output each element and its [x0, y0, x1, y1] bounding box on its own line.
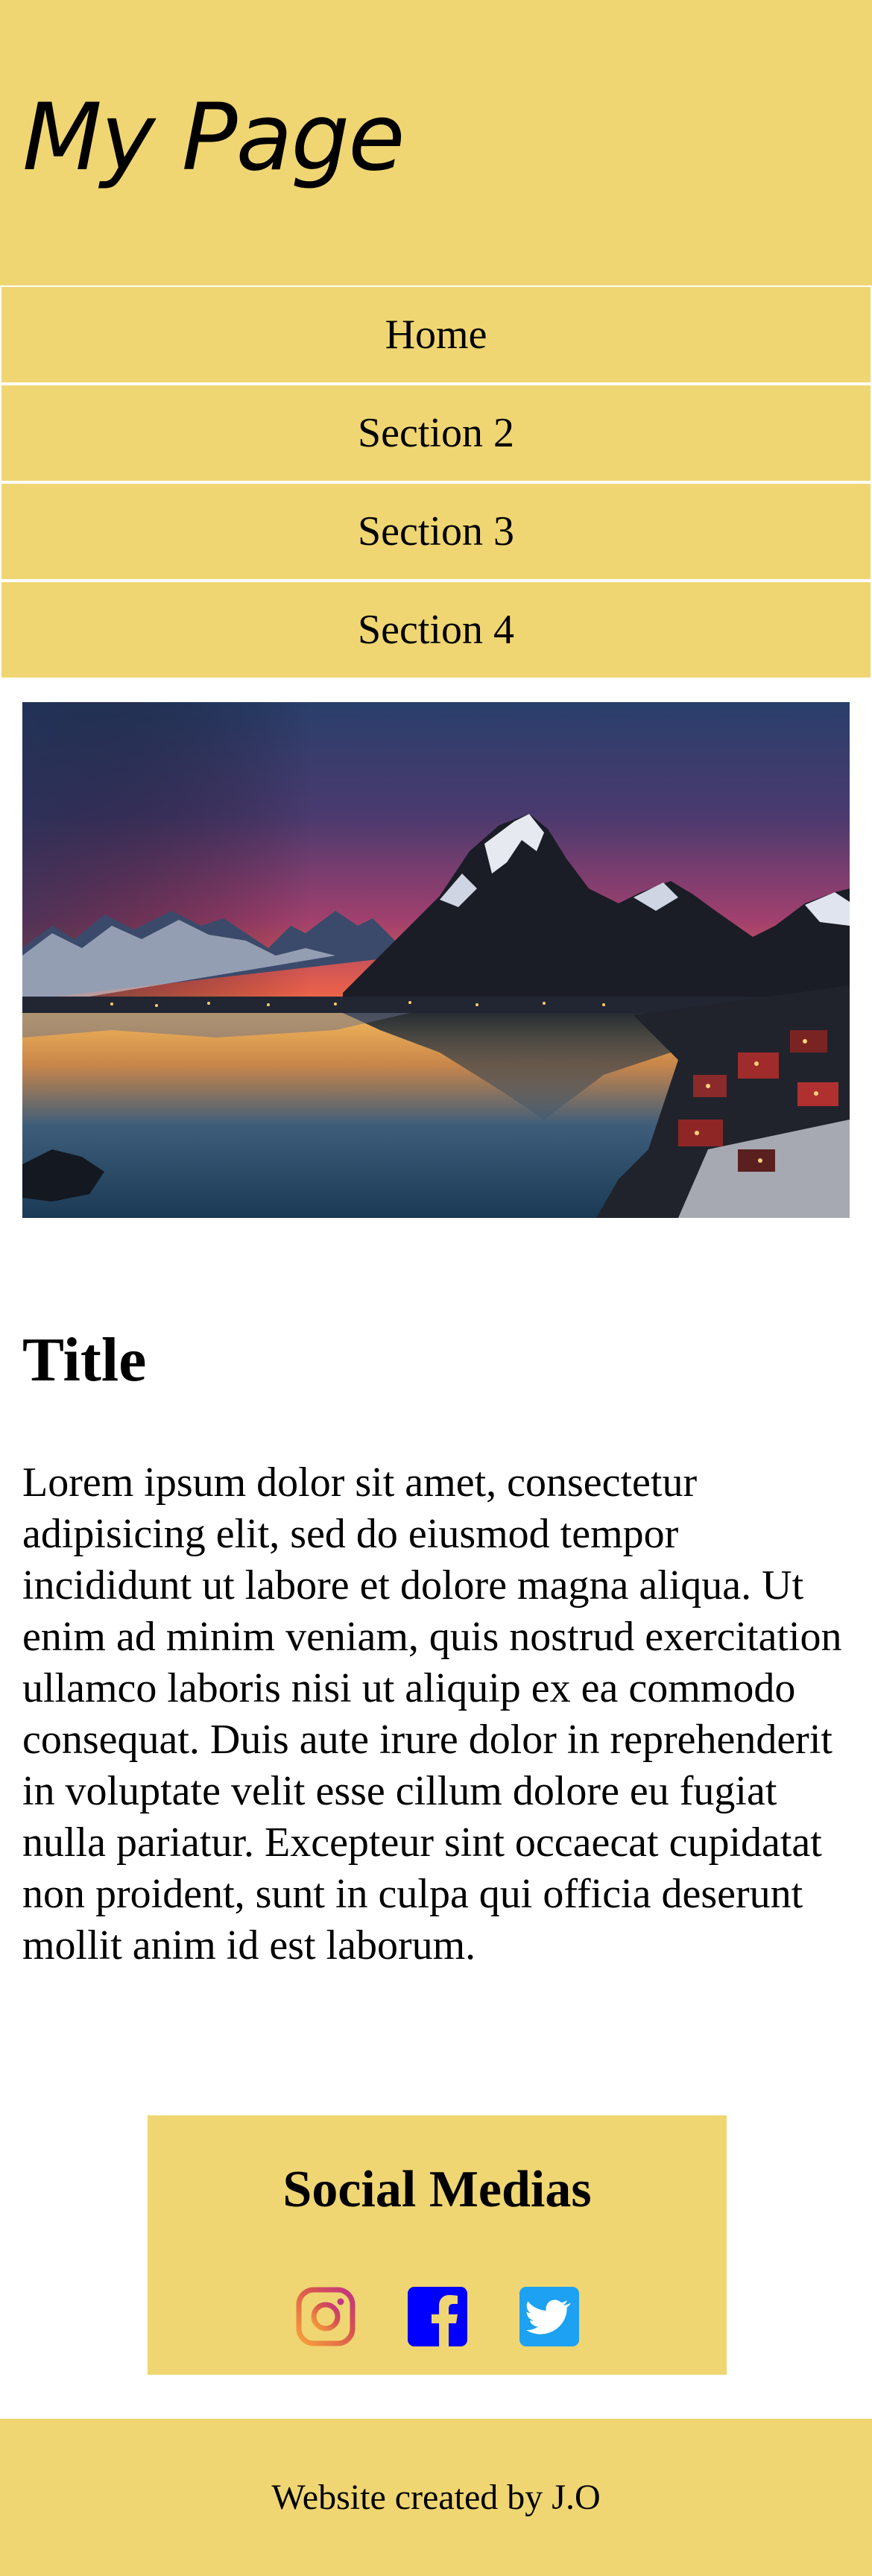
nav-item-home[interactable]: Home: [0, 285, 872, 384]
facebook-icon[interactable]: [407, 2287, 467, 2346]
social-media-box: Social Medias: [148, 2115, 727, 2375]
nav-item-section-2[interactable]: Section 2: [0, 384, 872, 482]
nav-item-section-3[interactable]: Section 3: [0, 482, 872, 581]
site-footer: Website created by J.O: [0, 2419, 872, 2576]
hero-image: [22, 702, 850, 1218]
content-body: Lorem ipsum dolor sit amet, consectetur …: [22, 1459, 842, 1969]
main-nav: Home Section 2 Section 3 Section 4: [0, 285, 872, 679]
twitter-icon[interactable]: [519, 2287, 579, 2346]
instagram-icon[interactable]: [296, 2287, 356, 2346]
social-title: Social Medias: [282, 2161, 592, 2218]
nav-item-section-4[interactable]: Section 4: [0, 581, 872, 679]
social-icons: [148, 2287, 727, 2346]
mountain-lake-image: [22, 702, 850, 1218]
content-title: Title: [22, 1325, 147, 1395]
footer-credit: Website created by J.O: [271, 2478, 601, 2517]
site-header: My Page: [0, 0, 872, 285]
site-title: My Page: [22, 84, 405, 192]
